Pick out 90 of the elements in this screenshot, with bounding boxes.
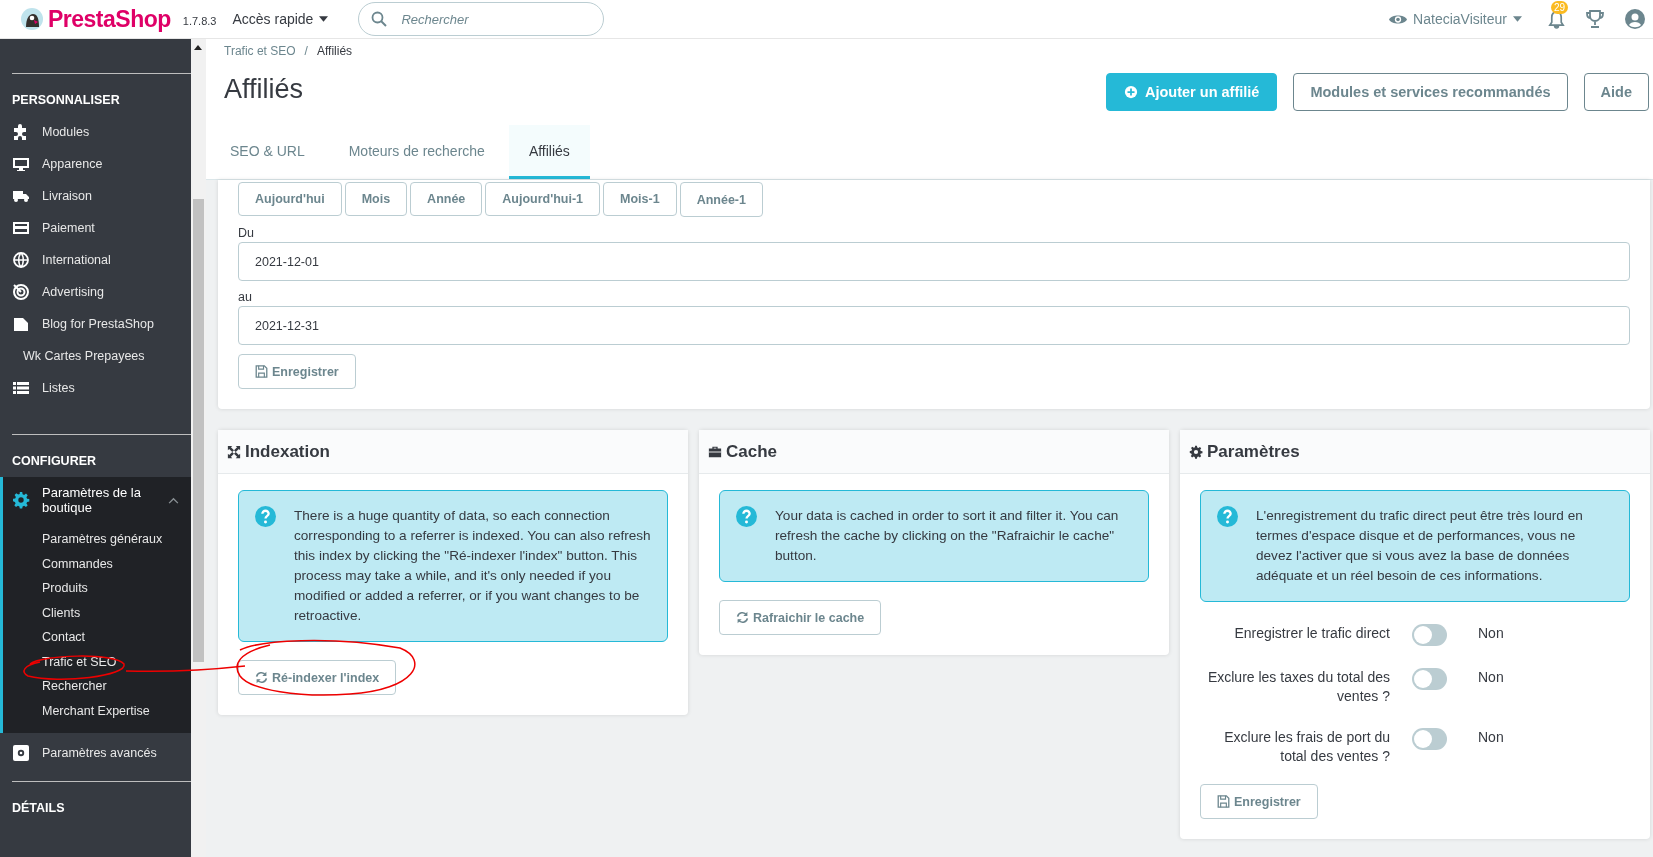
- breadcrumb-separator: /: [304, 44, 308, 60]
- eye-icon: [1389, 12, 1408, 26]
- save-button[interactable]: Enregistrer: [238, 354, 356, 389]
- trophy-icon[interactable]: [1585, 9, 1605, 29]
- switch-value: Non: [1478, 728, 1505, 747]
- toggle-switch[interactable]: [1412, 668, 1447, 690]
- version-text: 1.7.8.3: [182, 15, 217, 27]
- expand-arrows-icon: [227, 444, 241, 459]
- date-range-button[interactable]: Année: [410, 182, 483, 216]
- quick-access-dropdown[interactable]: Accès rapide: [232, 11, 329, 27]
- credit-card-icon: [12, 219, 30, 237]
- toggle-switch[interactable]: [1412, 728, 1447, 750]
- date-range-button[interactable]: Année-1: [679, 182, 763, 217]
- chevron-up-icon: [168, 496, 179, 504]
- panel-title: Indexation: [245, 441, 330, 462]
- date-range-button[interactable]: Aujourd'hui: [238, 182, 342, 216]
- user-avatar-icon[interactable]: [1625, 9, 1645, 29]
- plus-circle-icon: [1124, 85, 1138, 99]
- submenu-item[interactable]: Commandes: [3, 551, 191, 576]
- date-range-button[interactable]: Mois-1: [603, 182, 677, 216]
- sidebar-item[interactable]: Advertising: [0, 276, 191, 308]
- sidebar-item[interactable]: Modules: [0, 116, 191, 148]
- header-button[interactable]: Aide: [1583, 73, 1649, 111]
- floppy-disk-icon: [1217, 795, 1230, 808]
- section-heading: CONFIGURER: [12, 453, 98, 470]
- caret-icon: [1513, 16, 1522, 22]
- submenu-item[interactable]: Contact: [3, 625, 191, 650]
- scroll-up-arrow-icon[interactable]: [194, 45, 202, 50]
- sidebar-item[interactable]: Wk Cartes Prepayees: [0, 340, 191, 372]
- monitor-icon: [12, 155, 30, 173]
- submenu-item[interactable]: Clients: [3, 600, 191, 625]
- refresh-icon: [736, 611, 749, 624]
- panel-title: Paramètres: [1207, 441, 1300, 462]
- sidebar-item[interactable]: International: [0, 244, 191, 276]
- switch-value: Non: [1478, 668, 1505, 687]
- sidebar-item[interactable]: Livraison: [0, 180, 191, 212]
- date-field[interactable]: 2021-12-31: [238, 306, 1630, 345]
- notification-badge: 29: [1551, 0, 1569, 14]
- switch-label: Exclure les frais de port du total des ventes ?: [1223, 728, 1390, 766]
- tab[interactable]: Moteurs de recherche: [328, 125, 505, 179]
- header-button[interactable]: Modules et services recommandés: [1293, 73, 1568, 111]
- sidebar-item[interactable]: Paiement: [0, 212, 191, 244]
- field-label: Du: [238, 226, 255, 240]
- refresh-icon: [255, 671, 268, 684]
- switch-value: Non: [1478, 624, 1505, 643]
- date-range-button[interactable]: Aujourd'hui-1: [485, 182, 601, 216]
- tab[interactable]: Affiliés: [508, 125, 590, 179]
- refresh-button[interactable]: Rafraichir le cache: [719, 600, 882, 635]
- breadcrumb-current: Affiliés: [316, 44, 353, 60]
- section-heading: PERSONNALISER: [12, 92, 121, 109]
- document-icon: [12, 315, 30, 333]
- caret-icon: [319, 16, 329, 22]
- breadcrumb-link[interactable]: Trafic et SEO: [224, 44, 296, 63]
- search-field[interactable]: Rechercher: [358, 2, 605, 36]
- info-text: L'enregistrement du trafic direct peut être très lourd en termes d'espace disque et de performances, vous ne devez l'activer que si vous avez la base de données adéquate et un réel besoin de ces informations.: [1256, 507, 1584, 585]
- switch-label: Exclure les taxes du total des ventes ?: [1206, 668, 1390, 706]
- submenu-item[interactable]: Rechercher: [3, 674, 191, 699]
- penguin-logo-icon: [20, 7, 44, 31]
- toggle-switch[interactable]: [1412, 624, 1447, 646]
- page-title: Affiliés: [224, 73, 304, 105]
- user-name: NateciaVisiteur: [1413, 11, 1507, 27]
- switch-label: Enregistrer le trafic direct: [1233, 624, 1390, 643]
- sidebar-item[interactable]: Blog for PrestaShop: [0, 308, 191, 340]
- sidebar-item[interactable]: Paramètres de la boutique: [3, 477, 191, 523]
- help-icon: [255, 506, 276, 527]
- field-label: au: [238, 290, 253, 304]
- date-range-button[interactable]: Mois: [344, 182, 408, 216]
- info-text: There is a huge quantity of data, so each connection corresponding to a referrer is indexed. You can also refresh this index by clicking the "Ré-indexer l'index" button. This process may take a while, and it's only needed if you modified or added a referrer, or if you want changes to be retroactive.: [294, 507, 651, 625]
- target-icon: [12, 283, 30, 301]
- sidebar-item[interactable]: Paramètres avancés: [0, 737, 191, 769]
- submenu-item[interactable]: Produits: [3, 576, 191, 601]
- panel-title: Cache: [726, 441, 778, 462]
- save-button[interactable]: Enregistrer: [1200, 784, 1318, 819]
- submenu-item[interactable]: Paramètres généraux: [3, 527, 191, 552]
- info-text: Your data is cached in order to sort it and filter it. You can refresh the cache by clicking on the "Rafraichir le cache" button.: [775, 507, 1120, 565]
- date-field[interactable]: 2021-12-01: [238, 242, 1630, 281]
- tab[interactable]: SEO & URL: [210, 125, 325, 179]
- sidebar-item[interactable]: Apparence: [0, 148, 191, 180]
- refresh-button[interactable]: Ré-indexer l'index: [238, 660, 397, 695]
- help-icon: [1217, 506, 1238, 527]
- globe-icon: [12, 251, 30, 269]
- briefcase-icon: [708, 444, 722, 459]
- section-heading: DÉTAILS: [12, 799, 66, 817]
- submenu-item[interactable]: Merchant Expertise: [3, 698, 191, 723]
- help-icon: [736, 506, 757, 527]
- shop-view-dropdown[interactable]: NateciaVisiteur: [1389, 11, 1522, 27]
- sidebar-item[interactable]: Listes: [0, 372, 191, 404]
- list-icon: [12, 379, 30, 397]
- logo-text: PrestaShop: [48, 5, 171, 33]
- floppy-disk-icon: [255, 365, 268, 378]
